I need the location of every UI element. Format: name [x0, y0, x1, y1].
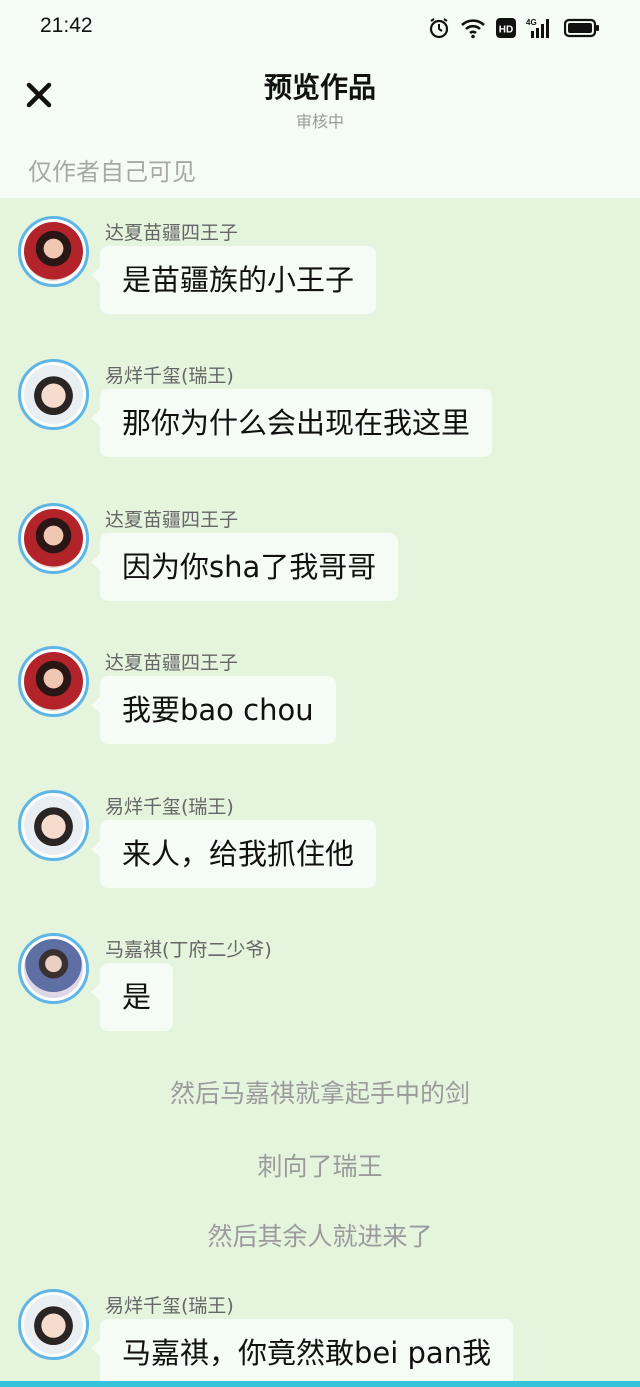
- visibility-note: 仅作者自己可见: [28, 158, 196, 186]
- avatar[interactable]: [18, 359, 89, 430]
- sender-name: 易烊千玺(瑞王): [105, 365, 234, 387]
- sender-name: 达夏苗疆四王子: [105, 222, 239, 244]
- wifi-icon: [460, 17, 486, 39]
- sender-name: 易烊千玺(瑞王): [105, 1295, 234, 1317]
- bottom-progress-bar: [0, 1381, 640, 1387]
- nav-bar: 预览作品 审核中: [0, 56, 640, 140]
- top-area: 21:42 HD 4G 预览作品 审核中 仅作者自己可见: [0, 0, 640, 198]
- status-bar: 21:42 HD 4G: [0, 0, 640, 56]
- status-time: 21:42: [40, 14, 93, 37]
- status-icons: HD 4G: [428, 16, 600, 40]
- page-title: 预览作品: [263, 71, 376, 104]
- alarm-icon: [428, 17, 450, 39]
- message-bubble[interactable]: 马嘉祺，你竟然敢bei pan我: [90, 1319, 514, 1381]
- message-bubble[interactable]: 是苗疆族的小王子: [90, 246, 377, 314]
- avatar[interactable]: [18, 1289, 89, 1360]
- avatar[interactable]: [18, 933, 89, 1004]
- chat-area[interactable]: 达夏苗疆四王子 是苗疆族的小王子 易烊千玺(瑞王) 那你为什么会出现在我这里 达…: [0, 198, 640, 1381]
- review-status: 审核中: [295, 112, 344, 131]
- narration-text: 然后其余人就进来了: [207, 1222, 433, 1251]
- hd-label: HD: [499, 25, 513, 36]
- sender-name: 达夏苗疆四王子: [105, 509, 239, 531]
- network-label: 4G: [526, 18, 537, 27]
- avatar[interactable]: [18, 790, 89, 861]
- battery-icon: [564, 18, 600, 38]
- avatar[interactable]: [18, 646, 89, 717]
- message-bubble[interactable]: 我要bao chou: [91, 676, 336, 744]
- sender-name: 易烊千玺(瑞王): [105, 796, 234, 818]
- message-bubble[interactable]: 来人，给我抓住他: [90, 820, 377, 888]
- message-bubble[interactable]: 那你为什么会出现在我这里: [90, 389, 493, 457]
- narration-text: 刺向了瑞王: [257, 1152, 383, 1181]
- signal-4g-icon: 4G: [526, 17, 554, 39]
- sender-name: 达夏苗疆四王子: [105, 652, 239, 674]
- message-bubble[interactable]: 因为你sha了我哥哥: [90, 533, 399, 601]
- message-bubble[interactable]: 是: [90, 963, 174, 1031]
- avatar[interactable]: [18, 216, 89, 287]
- sender-name: 马嘉祺(丁府二少爷): [105, 939, 272, 961]
- narration-text: 然后马嘉祺就拿起手中的剑: [169, 1079, 470, 1108]
- avatar[interactable]: [18, 503, 89, 574]
- hd-icon: HD: [496, 18, 516, 38]
